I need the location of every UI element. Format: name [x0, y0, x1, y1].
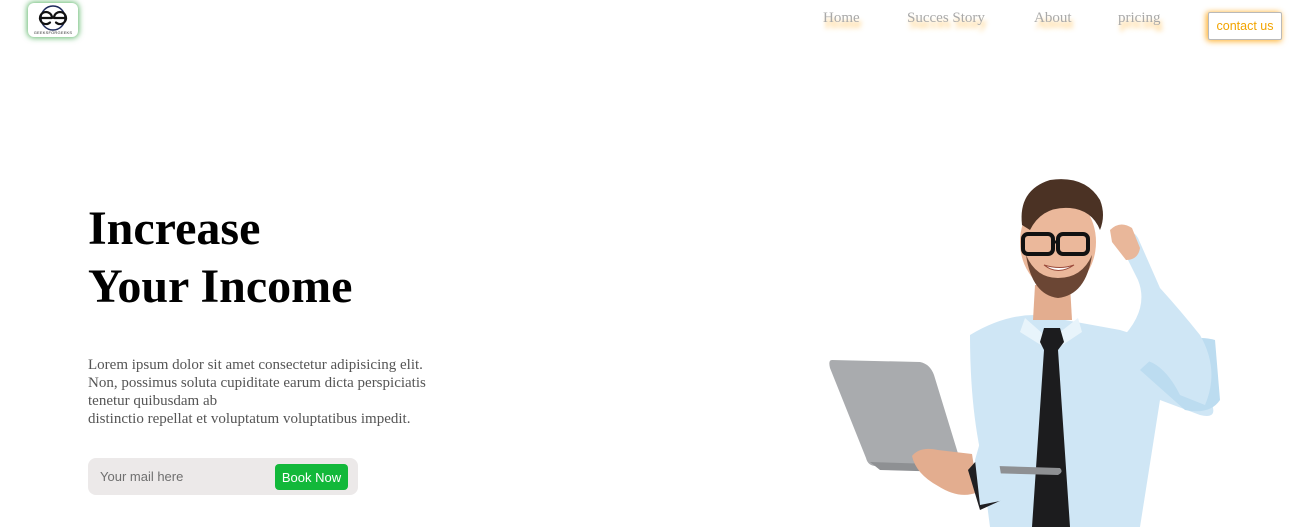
nav-link-pricing[interactable]: pricing [1118, 10, 1161, 30]
nav-link-success-story[interactable]: Succes Story [907, 10, 985, 30]
email-signup-form: Book Now [88, 458, 358, 495]
hero-title-line2: Your Income [88, 260, 353, 313]
contact-us-button[interactable]: contact us [1208, 12, 1282, 40]
hero-title: Increase Your Income [88, 200, 352, 316]
book-now-button[interactable]: Book Now [275, 464, 348, 490]
hero-title-line1: Increase [88, 202, 261, 255]
nav-link-home[interactable]: Home [823, 10, 860, 30]
hero-desc-line4: distinctio repellat et voluptatum volupt… [88, 411, 411, 427]
email-input[interactable] [88, 458, 268, 495]
nav-link-about[interactable]: About [1034, 10, 1072, 30]
hero-desc-line3: tenetur quibusdam ab [88, 393, 218, 409]
businessman-with-laptop-illustration [829, 179, 1220, 527]
hero-desc-line1: Lorem ipsum dolor sit amet consectetur a… [88, 357, 423, 373]
hero-description: Lorem ipsum dolor sit amet consectetur a… [88, 356, 468, 428]
hero-desc-line2: Non, possimus soluta cupiditate earum di… [88, 375, 426, 391]
top-navigation: Home Succes Story About pricing contact … [0, 0, 1304, 50]
